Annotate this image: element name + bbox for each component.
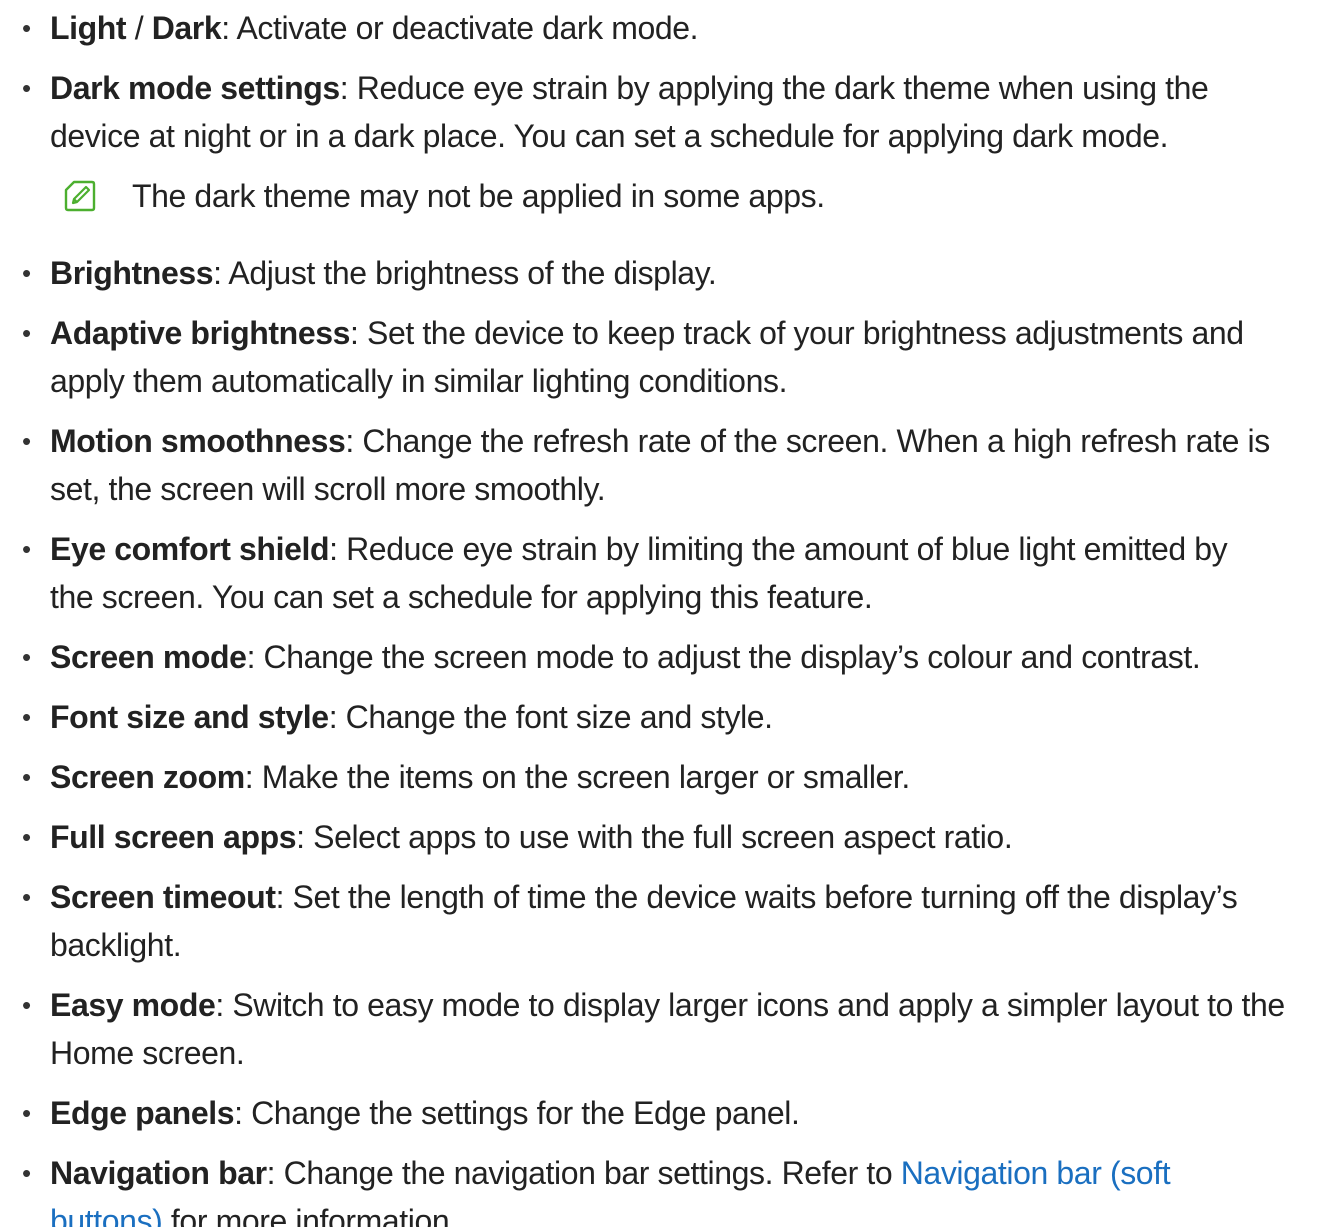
description-rest: for more information. [162, 1203, 458, 1227]
list-item-text: Font size and style: Change the font siz… [50, 691, 773, 743]
list-item-text: Edge panels: Change the settings for the… [50, 1087, 800, 1139]
note-text: The dark theme may not be applied in som… [132, 178, 825, 214]
term: Font size and style [50, 699, 329, 735]
bullet: • [22, 882, 31, 912]
term: Eye comfort shield [50, 531, 330, 567]
term: Adaptive brightness [50, 315, 351, 351]
bullet: • [22, 318, 31, 348]
description-continued: Home screen. [50, 1035, 245, 1071]
description-continued: the screen. You can set a schedule for a… [50, 579, 873, 615]
term: Navigation bar [50, 1155, 267, 1191]
list-item-text: Screen timeout: Set the length of time t… [50, 871, 1238, 923]
bullet: • [22, 702, 31, 732]
term: Edge panels [50, 1095, 235, 1131]
list-item-text: Adaptive brightness: Set the device to k… [50, 307, 1244, 359]
bullet: • [22, 534, 31, 564]
list-item-text: Screen zoom: Make the items on the scree… [50, 751, 910, 803]
list-item-text: Eye comfort shield: Reduce eye strain by… [50, 523, 1228, 575]
description: : Set the length of time the device wait… [275, 879, 1238, 915]
bullet: • [22, 822, 31, 852]
description: : Change the font size and style. [328, 699, 773, 735]
list-item-text: Screen mode: Change the screen mode to a… [50, 631, 1201, 683]
list-item-text: Easy mode: Switch to easy mode to displa… [50, 979, 1285, 1031]
description: : Adjust the brightness of the display. [213, 255, 717, 291]
description: : Reduce eye strain by applying the dark… [339, 70, 1209, 106]
term: Full screen apps [50, 819, 297, 855]
list-item-text: Light / Dark: Activate or deactivate dar… [50, 2, 699, 54]
description-continued: backlight. [50, 927, 182, 963]
list-item-text: Navigation bar: Change the navigation ba… [50, 1147, 1171, 1199]
term-separator: / [126, 10, 152, 46]
description: : Reduce eye strain by limiting the amou… [329, 531, 1228, 567]
bullet: • [22, 1158, 31, 1188]
description: : Change the settings for the Edge panel… [234, 1095, 800, 1131]
bullet: • [22, 73, 31, 103]
description-continued: device at night or in a dark place. You … [50, 118, 1169, 154]
term: Screen zoom [50, 759, 245, 795]
term: Screen timeout [50, 879, 276, 915]
term: Motion smoothness [50, 423, 346, 459]
term-dark: Dark [151, 10, 222, 46]
bullet: • [22, 990, 31, 1020]
list-item-text: Motion smoothness: Change the refresh ra… [50, 415, 1270, 467]
description: : Activate or deactivate dark mode. [221, 10, 699, 46]
term: Easy mode [50, 987, 216, 1023]
description: : Change the refresh rate of the screen.… [345, 423, 1270, 459]
bullet: • [22, 258, 31, 288]
description: : Make the items on the screen larger or… [244, 759, 911, 795]
list-item-text: Brightness: Adjust the brightness of the… [50, 247, 717, 299]
description-continued: apply them automatically in similar ligh… [50, 363, 788, 399]
term: Dark mode settings [50, 70, 340, 106]
list-item-text: Dark mode settings: Reduce eye strain by… [50, 62, 1209, 114]
term: Brightness [50, 255, 214, 291]
term-light: Light [50, 10, 127, 46]
description: : Change the screen mode to adjust the d… [246, 639, 1201, 675]
term: Screen mode [50, 639, 247, 675]
navigation-bar-link[interactable]: Navigation bar (soft [901, 1155, 1171, 1191]
document-page: • Light / Dark: Activate or deactivate d… [0, 0, 1327, 1227]
bullet: • [22, 642, 31, 672]
bullet: • [22, 426, 31, 456]
list-item-text: Full screen apps: Select apps to use wit… [50, 811, 1013, 863]
description-continued: set, the screen will scroll more smoothl… [50, 471, 606, 507]
bullet: • [22, 1098, 31, 1128]
description: : Set the device to keep track of your b… [350, 315, 1244, 351]
description: : Change the navigation bar settings. Re… [266, 1155, 901, 1191]
note-pencil-icon [64, 180, 96, 212]
description-continued: buttons) for more information. [50, 1195, 458, 1227]
bullet: • [22, 13, 31, 43]
description: : Select apps to use with the full scree… [296, 819, 1013, 855]
description: : Switch to easy mode to display larger … [215, 987, 1285, 1023]
bullet: • [22, 762, 31, 792]
navigation-bar-link-continued[interactable]: buttons) [50, 1203, 163, 1227]
